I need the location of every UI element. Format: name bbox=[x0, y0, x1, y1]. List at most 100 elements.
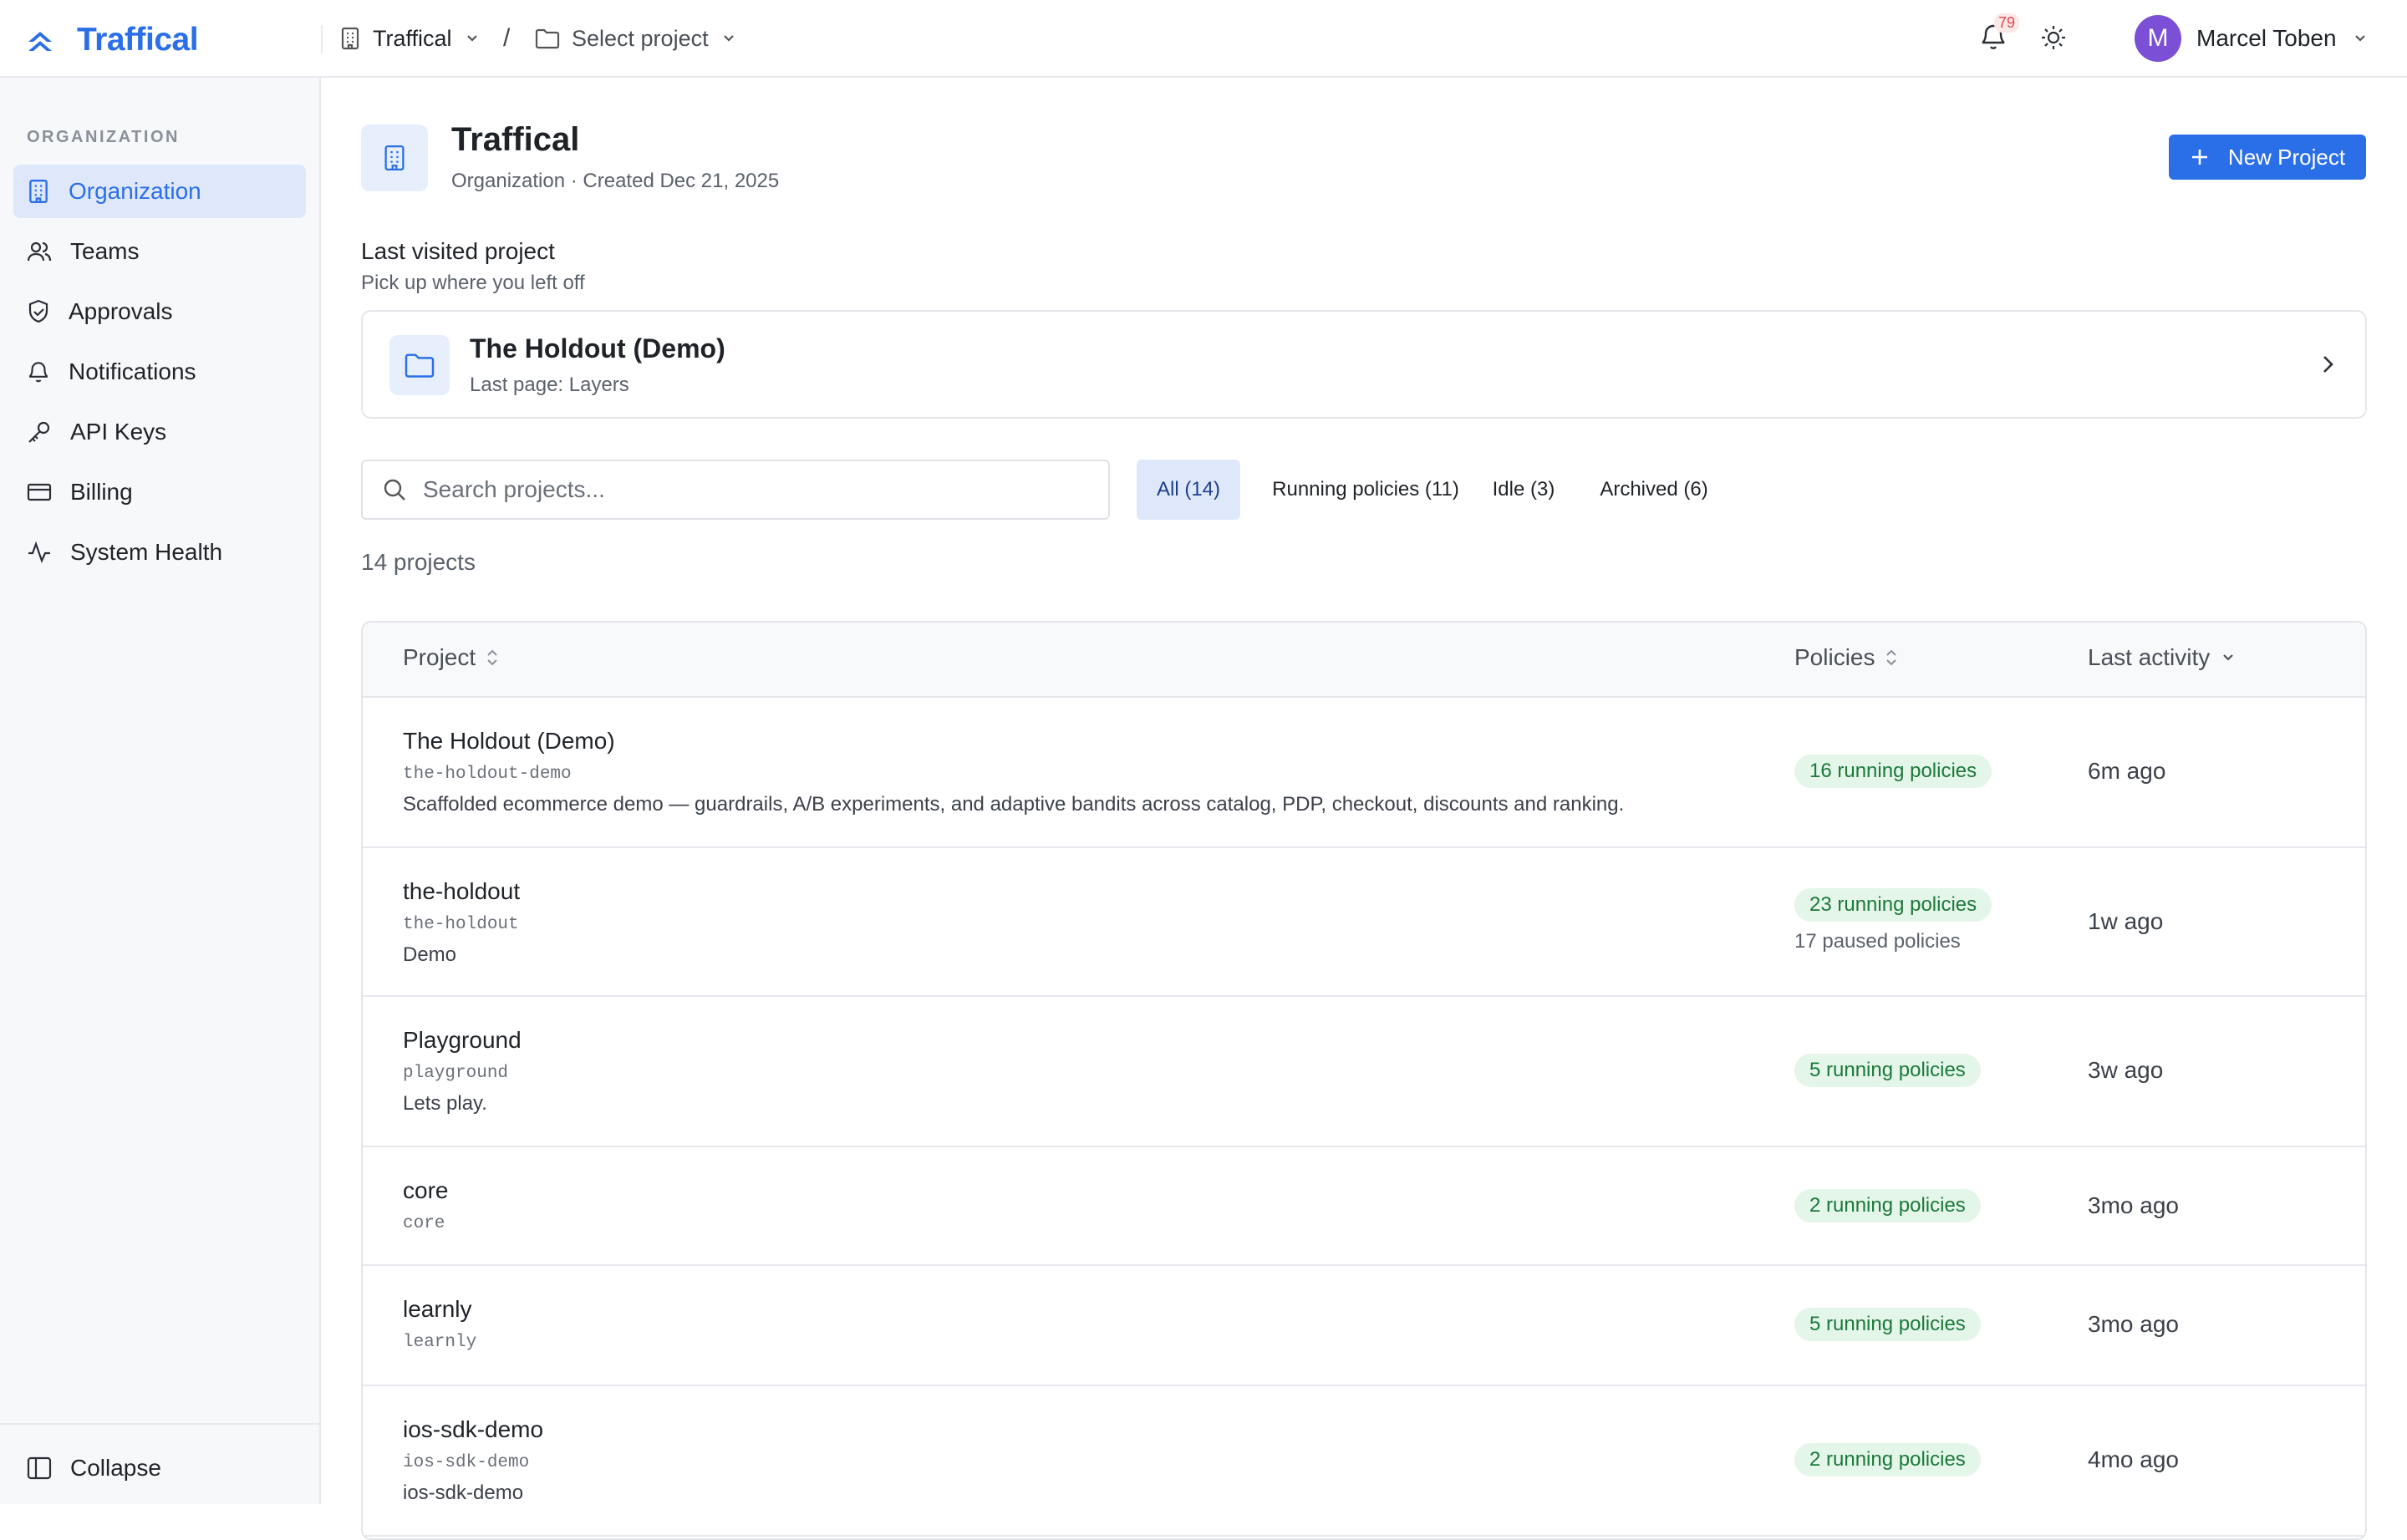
project-slug: learnly bbox=[403, 1333, 477, 1352]
project-description: ios-sdk-demo bbox=[403, 1482, 524, 1504]
theme-toggle-sun-icon[interactable] bbox=[2039, 23, 2068, 52]
new-project-label: New Project bbox=[2227, 144, 2346, 170]
last-visited-project-card[interactable]: The Holdout (Demo) Last page: Layers bbox=[361, 310, 2367, 419]
column-label: Last activity bbox=[2088, 644, 2211, 670]
divider bbox=[321, 25, 323, 53]
table-header: Project Policies Last activity bbox=[363, 623, 2365, 698]
building-icon bbox=[339, 27, 361, 50]
main-content: Traffical Organization · Created Dec 21,… bbox=[321, 78, 2407, 1540]
sidebar-item-label: Billing bbox=[70, 479, 133, 505]
user-name: Marcel Toben bbox=[2196, 25, 2337, 51]
last-visited-subtitle: Pick up where you left off bbox=[361, 272, 585, 294]
chevron-right-icon bbox=[2315, 350, 2340, 379]
sidebar-item-label: System Health bbox=[70, 539, 223, 565]
sidebar-item-teams[interactable]: Teams bbox=[13, 225, 306, 278]
project-switcher[interactable]: Select project bbox=[535, 22, 737, 55]
collapse-label: Collapse bbox=[70, 1455, 161, 1481]
table-row[interactable]: the-holdout the-holdout Demo 23 running … bbox=[363, 848, 2365, 997]
sidebar: ORGANIZATION Organization Teams Approval… bbox=[0, 78, 321, 1504]
organization-avatar bbox=[361, 125, 428, 191]
search-input[interactable] bbox=[423, 476, 1075, 503]
table-row[interactable]: core core 2 running policies 3mo ago bbox=[363, 1147, 2365, 1266]
sort-icon bbox=[486, 647, 499, 668]
sidebar-item-label: Notifications bbox=[69, 358, 196, 384]
credit-card-icon bbox=[27, 481, 52, 503]
running-policies-badge: 2 running policies bbox=[1794, 1189, 1981, 1222]
search-icon bbox=[381, 476, 408, 503]
project-name: The Holdout (Demo) bbox=[403, 728, 615, 754]
project-name: learnly bbox=[403, 1296, 472, 1322]
project-avatar bbox=[389, 335, 450, 395]
filter-tab-archived[interactable]: Archived (6) bbox=[1583, 460, 1725, 520]
table-row[interactable]: learnly learnly 5 running policies 3mo a… bbox=[363, 1266, 2365, 1386]
brand-name: Traffical bbox=[77, 22, 199, 58]
last-activity: 3w ago bbox=[2088, 1057, 2164, 1083]
sidebar-item-label: Organization bbox=[69, 178, 201, 204]
filter-tab-all[interactable]: All (14) bbox=[1137, 460, 1240, 520]
project-count: 14 projects bbox=[361, 549, 476, 575]
brand-logo[interactable]: Traffical bbox=[25, 22, 199, 58]
table-row[interactable]: The Holdout (Demo) the-holdout-demo Scaf… bbox=[363, 698, 2365, 848]
last-activity: 1w ago bbox=[2088, 908, 2164, 934]
filter-tab-running[interactable]: Running policies (11) bbox=[1254, 460, 1478, 520]
last-visited-page: Last page: Layers bbox=[470, 374, 629, 396]
collapse-sidebar-button[interactable]: Collapse bbox=[13, 1445, 306, 1492]
column-header-project[interactable]: Project bbox=[403, 644, 499, 671]
sidebar-item-api-keys[interactable]: API Keys bbox=[13, 405, 306, 459]
column-header-last-activity[interactable]: Last activity bbox=[2088, 644, 2237, 671]
project-description: Demo bbox=[403, 943, 457, 966]
folder-icon bbox=[404, 352, 435, 379]
chevron-down-icon bbox=[720, 30, 737, 47]
user-menu[interactable]: M Marcel Toben bbox=[2135, 15, 2369, 62]
column-header-policies[interactable]: Policies bbox=[1794, 644, 1898, 671]
search-box bbox=[361, 460, 1110, 520]
filter-tab-idle[interactable]: Idle (3) bbox=[1483, 460, 1565, 520]
sidebar-item-organization[interactable]: Organization bbox=[13, 165, 306, 218]
paused-policies: 17 paused policies bbox=[1794, 930, 1961, 953]
project-slug: core bbox=[403, 1214, 445, 1233]
new-project-button[interactable]: New Project bbox=[2169, 135, 2366, 180]
page-title: Traffical bbox=[451, 121, 580, 158]
plus-icon bbox=[2190, 147, 2210, 167]
table-row[interactable]: Playground playground Lets play. 5 runni… bbox=[363, 997, 2365, 1147]
project-slug: the-holdout bbox=[403, 915, 519, 934]
table-row[interactable]: ios-sdk-demo ios-sdk-demo ios-sdk-demo 2… bbox=[363, 1386, 2365, 1537]
column-label: Policies bbox=[1794, 644, 1875, 670]
sort-descending-icon bbox=[2220, 649, 2237, 666]
project-description: Scaffolded ecommerce demo — guardrails, … bbox=[403, 793, 1625, 816]
panel-left-icon bbox=[27, 1456, 52, 1480]
building-icon bbox=[27, 179, 50, 204]
sidebar-item-system-health[interactable]: System Health bbox=[13, 526, 306, 579]
sidebar-section-label: ORGANIZATION bbox=[27, 128, 180, 146]
sidebar-item-label: Approvals bbox=[69, 298, 173, 324]
last-activity: 4mo ago bbox=[2088, 1446, 2179, 1472]
project-name: the-holdout bbox=[403, 878, 521, 904]
folder-icon bbox=[535, 28, 560, 49]
sidebar-item-approvals[interactable]: Approvals bbox=[13, 285, 306, 338]
sidebar-item-billing[interactable]: Billing bbox=[13, 465, 306, 519]
chevron-down-icon bbox=[464, 30, 481, 47]
users-icon bbox=[27, 240, 52, 263]
last-visited-project-name: The Holdout (Demo) bbox=[470, 333, 725, 363]
sidebar-item-notifications[interactable]: Notifications bbox=[13, 345, 306, 399]
breadcrumb-separator: / bbox=[503, 24, 511, 52]
project-name: Playground bbox=[403, 1027, 522, 1053]
sidebar-item-label: Teams bbox=[70, 238, 140, 264]
running-policies-badge: 23 running policies bbox=[1794, 888, 1992, 922]
activity-icon bbox=[27, 540, 52, 565]
shield-check-icon bbox=[27, 299, 50, 324]
project-description: Lets play. bbox=[403, 1092, 487, 1115]
project-slug: the-holdout-demo bbox=[403, 765, 572, 784]
projects-table: Project Policies Last activity The Holdo bbox=[361, 621, 2367, 1540]
bell-icon bbox=[27, 359, 50, 384]
chevron-down-icon bbox=[2352, 30, 2369, 47]
project-name: ios-sdk-demo bbox=[403, 1416, 544, 1442]
divider bbox=[0, 1423, 319, 1425]
org-switcher[interactable]: Traffical bbox=[339, 22, 481, 55]
project-switcher-label: Select project bbox=[572, 25, 709, 51]
running-policies-badge: 2 running policies bbox=[1794, 1443, 1981, 1476]
column-label: Project bbox=[403, 644, 476, 670]
last-visited-title: Last visited project bbox=[361, 238, 555, 264]
project-slug: playground bbox=[403, 1064, 509, 1083]
project-name: core bbox=[403, 1177, 449, 1203]
